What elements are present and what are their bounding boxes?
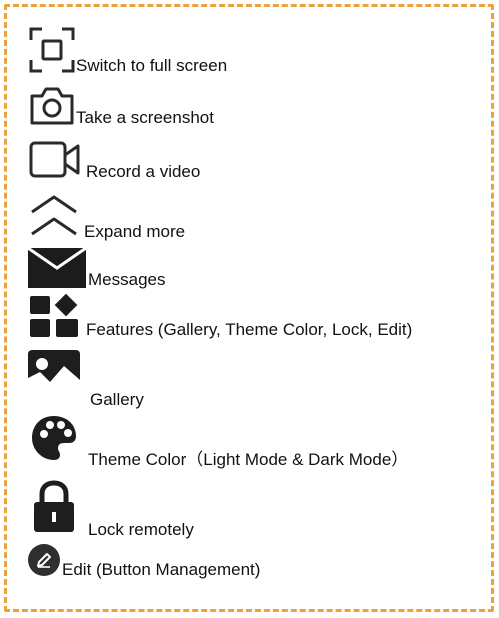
video-camera-icon bbox=[29, 141, 80, 178]
legend-item-features: Features (Gallery, Theme Color, Lock, Ed… bbox=[28, 294, 413, 339]
legend-label: Record a video bbox=[86, 162, 201, 181]
legend-item-expand-more: Expand more bbox=[28, 192, 185, 241]
expand-more-icon bbox=[31, 195, 77, 236]
legend-label: Features (Gallery, Theme Color, Lock, Ed… bbox=[86, 320, 413, 339]
edit-icon bbox=[28, 544, 60, 576]
legend-label: Take a screenshot bbox=[76, 108, 214, 127]
legend-label: Switch to full screen bbox=[76, 56, 228, 75]
legend-item-messages: Messages bbox=[28, 248, 166, 289]
legend-label: Expand more bbox=[84, 222, 186, 241]
legend-item-lock: Lock remotely bbox=[28, 480, 194, 539]
lock-icon bbox=[34, 480, 74, 532]
palette-icon bbox=[32, 416, 76, 460]
legend-item-record-video: Record a video bbox=[28, 140, 201, 181]
legend-item-edit: Edit (Button Management) bbox=[28, 544, 260, 579]
legend-label: Theme Color（Light Mode & Dark Mode） bbox=[88, 450, 409, 469]
camera-icon bbox=[30, 87, 74, 125]
fullscreen-icon bbox=[29, 27, 75, 73]
legend-item-fullscreen: Switch to full screen bbox=[28, 26, 228, 75]
legend-item-theme-color: Theme Color（Light Mode & Dark Mode） bbox=[28, 412, 408, 469]
legend-item-gallery: Gallery bbox=[28, 350, 144, 409]
gallery-icon bbox=[28, 350, 80, 402]
legend-label: Messages bbox=[88, 270, 166, 289]
messages-icon bbox=[28, 248, 86, 288]
legend-item-screenshot: Take a screenshot bbox=[28, 86, 214, 127]
legend-label: Lock remotely bbox=[88, 520, 194, 539]
legend-label: Edit (Button Management) bbox=[62, 560, 261, 579]
legend-label: Gallery bbox=[90, 390, 144, 409]
features-icon bbox=[30, 294, 78, 337]
